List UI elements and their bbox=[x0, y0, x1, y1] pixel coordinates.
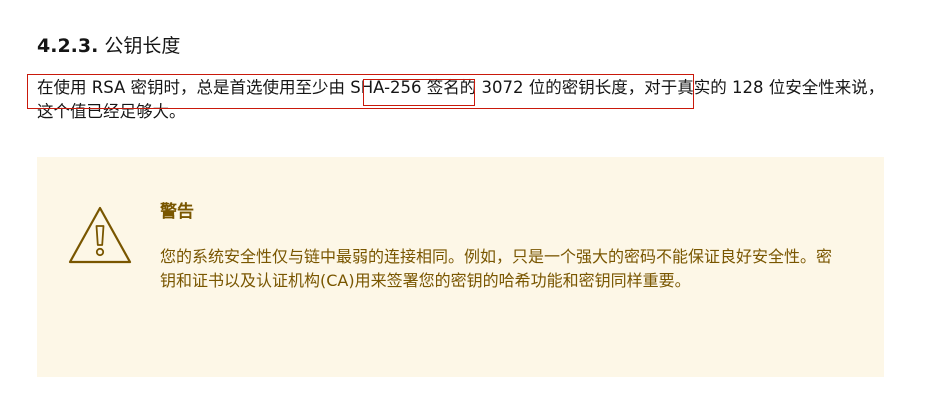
section-number: 4.2.3. bbox=[37, 35, 99, 57]
section-heading: 4.2.3. 公钥长度 bbox=[37, 32, 180, 60]
warning-admonition: 警告 您的系统安全性仅与链中最弱的连接相同。例如，只是一个强大的密码不能保证良好… bbox=[37, 157, 884, 377]
section-title: 公钥长度 bbox=[104, 35, 181, 57]
highlight-box-sentence bbox=[27, 74, 694, 109]
warning-text: 您的系统安全性仅与链中最弱的连接相同。例如，只是一个强大的密码不能保证良好安全性… bbox=[160, 247, 833, 290]
warning-title: 警告 bbox=[160, 202, 194, 222]
highlight-box-sha256 bbox=[363, 79, 475, 106]
warning-triangle-icon bbox=[68, 206, 132, 264]
